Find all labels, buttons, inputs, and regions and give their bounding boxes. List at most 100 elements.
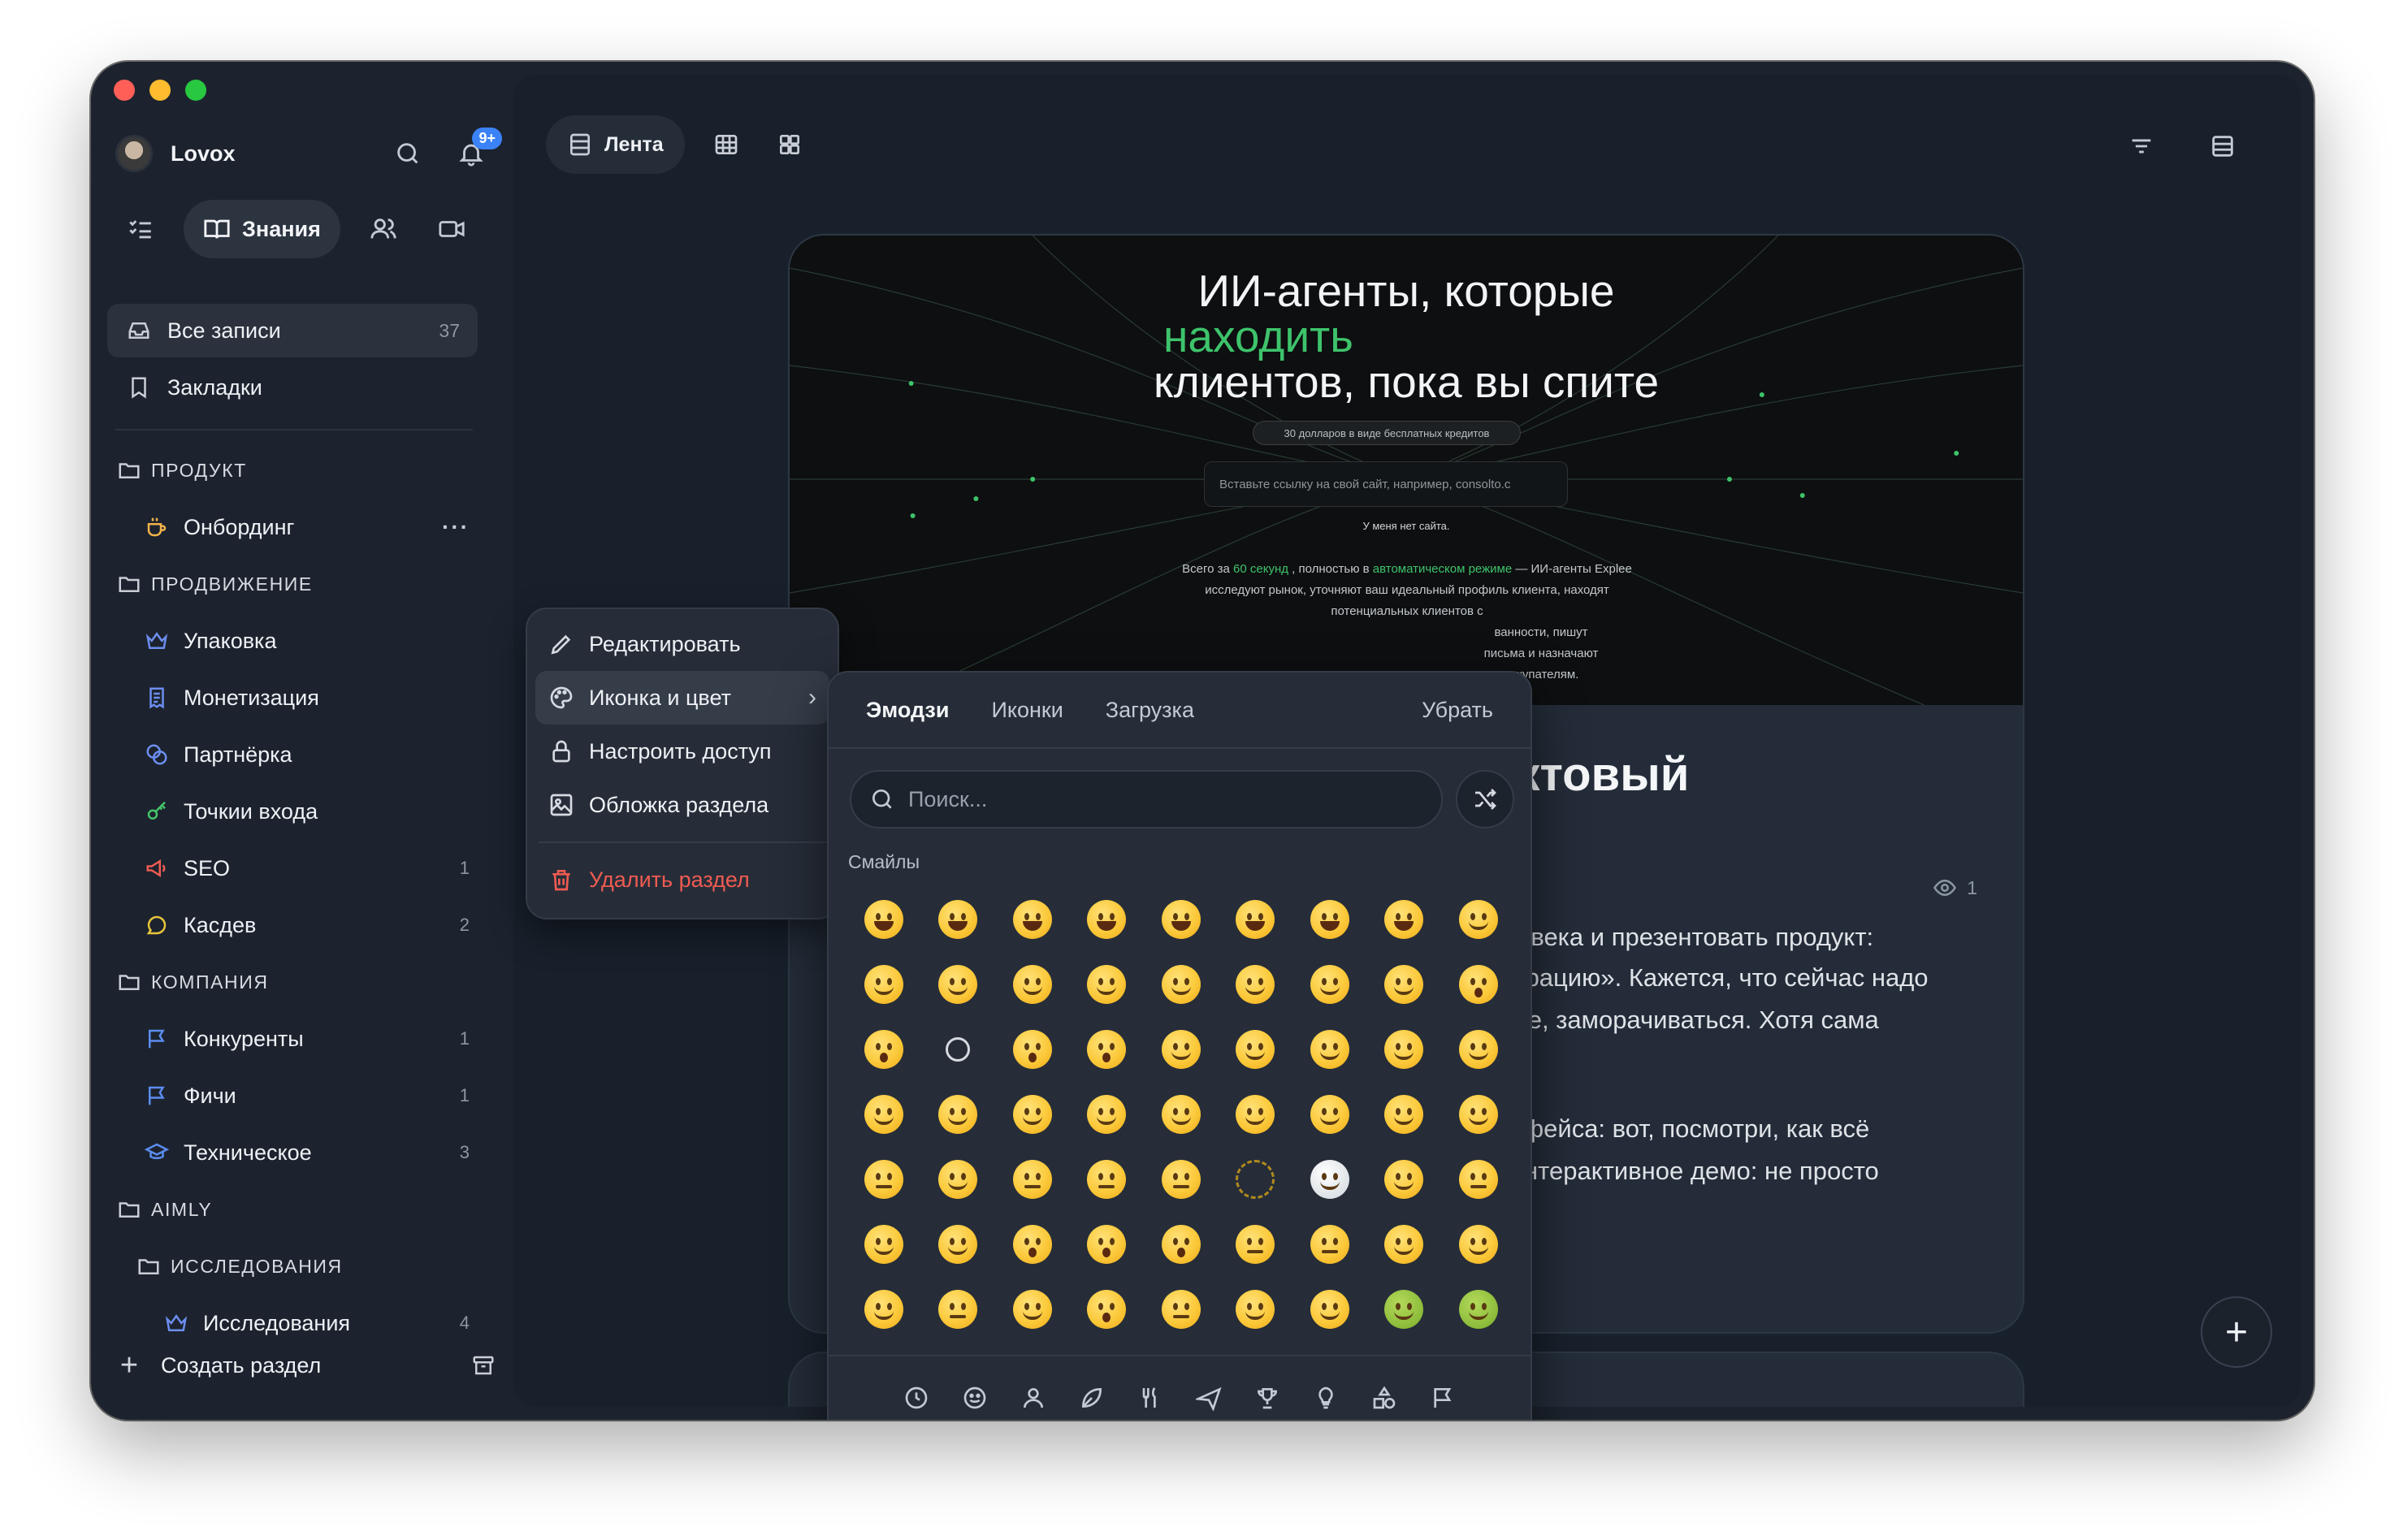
emoji-fog[interactable] <box>1310 1160 1349 1199</box>
sidebar-item[interactable]: Онбординг ··· <box>91 499 513 556</box>
remove-icon-button[interactable]: Убрать <box>1422 698 1493 723</box>
emoji-smirk[interactable] <box>1384 1160 1424 1199</box>
sidebar-item-all-records[interactable]: Все записи 37 <box>107 304 478 357</box>
emoji-heart-eyes[interactable] <box>1310 965 1349 1004</box>
more-icon[interactable]: ··· <box>442 514 470 540</box>
emoji-bandage[interactable] <box>1310 1290 1349 1329</box>
emoji-relaxed[interactable] <box>946 1037 971 1062</box>
emoji-dotted[interactable] <box>1236 1160 1275 1199</box>
sidebar-item[interactable]: Фичи 1 <box>91 1067 513 1124</box>
emoji-squint-tongue[interactable] <box>864 1095 903 1134</box>
emoji-hand-mouth[interactable] <box>1087 1095 1127 1134</box>
emoji-grin[interactable] <box>1012 900 1052 939</box>
emoji-pensive[interactable] <box>1310 1225 1349 1264</box>
sidebar-section[interactable]: ИССЛЕДОВАНИЯ <box>91 1238 513 1295</box>
flag-icon[interactable] <box>1429 1384 1457 1412</box>
tab-emoji[interactable]: Эмодзи <box>866 698 949 723</box>
emoji-money[interactable] <box>938 1095 978 1134</box>
shapes-icon[interactable] <box>1370 1384 1398 1412</box>
bell-icon[interactable]: 9+ <box>453 128 502 171</box>
emoji-eye-roll[interactable] <box>864 1225 903 1264</box>
sidebar-item[interactable]: SEO 1 <box>91 840 513 897</box>
sidebar-item[interactable]: Монетизация <box>91 669 513 726</box>
sidebar-item[interactable]: Конкуренты 1 <box>91 1010 513 1067</box>
user-name[interactable]: Lovox <box>171 141 236 167</box>
emoji-kiss[interactable] <box>1087 1030 1127 1069</box>
emoji-shaking[interactable] <box>1087 1225 1127 1264</box>
emoji-no-mouth[interactable] <box>1161 1160 1201 1199</box>
emoji-grin[interactable] <box>1087 900 1127 939</box>
emoji-yum[interactable] <box>1236 1030 1275 1069</box>
emoji-kiss[interactable] <box>1458 965 1498 1004</box>
archive-icon[interactable] <box>470 1352 497 1379</box>
emoji-blush[interactable] <box>1087 965 1127 1004</box>
emoji-hearts[interactable] <box>1236 965 1275 1004</box>
emoji-wink[interactable] <box>1012 965 1052 1004</box>
sidebar-item[interactable]: Упаковка <box>91 612 513 669</box>
shuffle-button[interactable] <box>1456 770 1514 828</box>
emoji-think[interactable] <box>1384 1095 1424 1134</box>
sidebar-section[interactable]: ПРОДВИЖЕНИЕ <box>91 556 513 612</box>
emoji-grin[interactable] <box>864 900 903 939</box>
sidebar-item[interactable]: Точкии входа <box>91 783 513 840</box>
emoji-laugh[interactable] <box>1161 900 1201 939</box>
emoji-exhale[interactable] <box>1012 1225 1052 1264</box>
emoji-hug[interactable] <box>1012 1095 1052 1134</box>
emoji-sleep[interactable] <box>864 1290 903 1329</box>
panel-icon[interactable] <box>2205 128 2241 164</box>
emoji-grimace[interactable] <box>938 1225 978 1264</box>
emoji-shush[interactable] <box>1161 1095 1201 1134</box>
trophy-icon[interactable] <box>1253 1384 1281 1412</box>
lightbulb-icon[interactable] <box>1312 1384 1340 1412</box>
emoji-tear[interactable] <box>1161 1030 1201 1069</box>
emoji-mask[interactable] <box>1161 1290 1201 1329</box>
tab-upload[interactable]: Загрузка <box>1106 698 1194 723</box>
menu-item-icon-color[interactable]: Иконка и цвет › <box>535 671 829 725</box>
smile-icon[interactable] <box>961 1384 989 1412</box>
emoji-thermometer[interactable] <box>1236 1290 1275 1329</box>
emoji-unamused[interactable] <box>1458 1160 1498 1199</box>
emoji-neutral[interactable] <box>1012 1160 1052 1199</box>
leaf-icon[interactable] <box>1078 1384 1106 1412</box>
emoji-halo[interactable] <box>1161 965 1201 1004</box>
fork-knife-icon[interactable] <box>1137 1384 1164 1412</box>
emoji-raised-brow[interactable] <box>938 1160 978 1199</box>
menu-item-cover[interactable]: Обложка раздела <box>535 778 829 832</box>
emoji-smile[interactable] <box>938 900 978 939</box>
clock-icon[interactable] <box>903 1384 930 1412</box>
sidebar-section[interactable]: AIMLY <box>91 1181 513 1238</box>
emoji-zany[interactable] <box>1458 1030 1498 1069</box>
tab-knowledge[interactable]: Знания <box>184 200 340 258</box>
emoji-peek[interactable] <box>1236 1095 1275 1134</box>
person-icon[interactable] <box>1020 1384 1047 1412</box>
tab-video[interactable] <box>426 200 477 258</box>
sidebar-item[interactable]: Партнёрка <box>91 726 513 783</box>
emoji-melting[interactable] <box>938 965 978 1004</box>
filter-icon[interactable] <box>2124 128 2159 164</box>
sidebar-item-bookmarks[interactable]: Закладки <box>107 361 478 414</box>
tab-tasks[interactable] <box>115 200 166 258</box>
emoji-salute[interactable] <box>1458 1095 1498 1134</box>
emoji-slight[interactable] <box>1458 900 1498 939</box>
emoji-think[interactable] <box>1310 1095 1349 1134</box>
emoji-drool[interactable] <box>1458 1225 1498 1264</box>
emoji-wink-tongue[interactable] <box>1384 1030 1424 1069</box>
emoji-rofl[interactable] <box>1310 900 1349 939</box>
view-table-button[interactable] <box>704 115 748 174</box>
sidebar-section[interactable]: ПРОДУКТ <box>91 442 513 499</box>
sidebar-item[interactable]: Техническое 3 <box>91 1124 513 1181</box>
view-feed-button[interactable]: Лента <box>546 115 685 174</box>
tab-people[interactable] <box>358 200 409 258</box>
create-section-button[interactable]: + Создать раздел <box>115 1339 497 1392</box>
plane-icon[interactable] <box>1195 1384 1223 1412</box>
emoji-sleeping[interactable] <box>1012 1290 1052 1329</box>
emoji-relieved[interactable] <box>938 1290 978 1329</box>
emoji-upside[interactable] <box>864 965 903 1004</box>
emoji-tongue[interactable] <box>1310 1030 1349 1069</box>
view-grid-button[interactable] <box>768 115 812 174</box>
sidebar-item[interactable]: Касдев 2 <box>91 897 513 954</box>
emoji-sleepy[interactable] <box>1384 1225 1424 1264</box>
emoji-zipper[interactable] <box>864 1160 903 1199</box>
emoji-sweat[interactable] <box>1236 900 1275 939</box>
tab-icons[interactable]: Иконки <box>991 698 1063 723</box>
